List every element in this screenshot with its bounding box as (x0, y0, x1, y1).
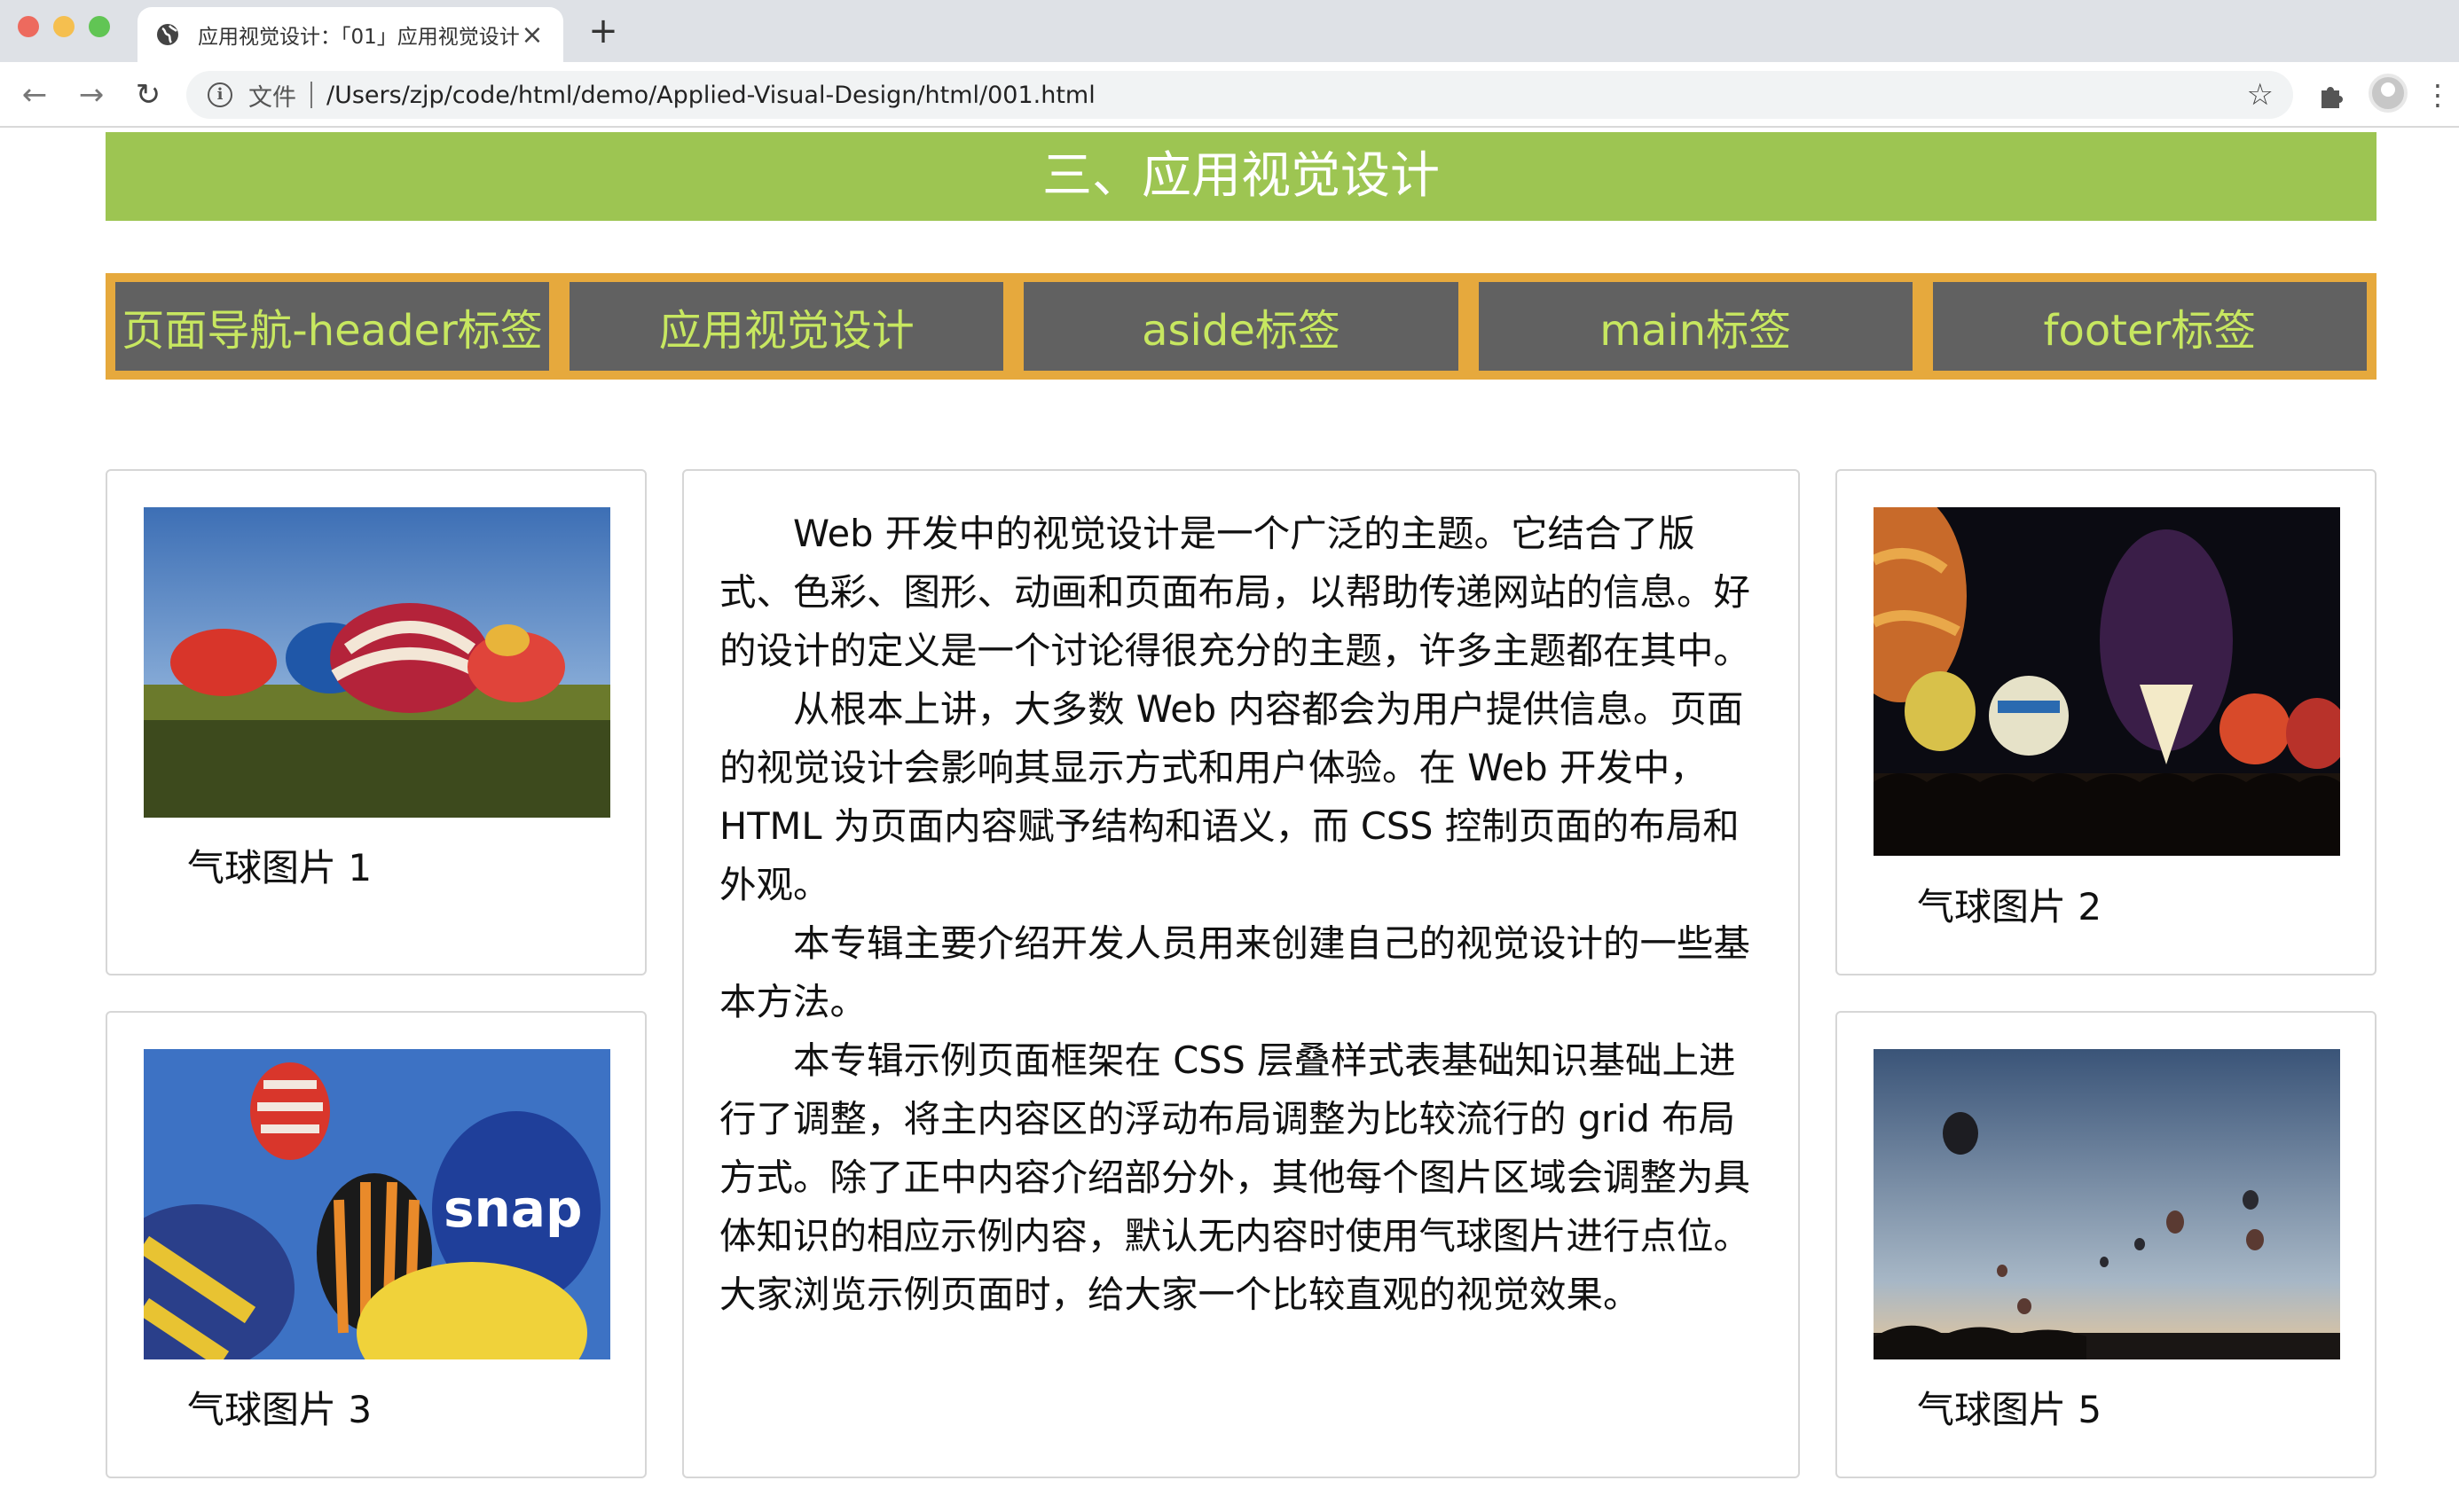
reload-icon[interactable]: ↻ (128, 74, 169, 115)
main-article: Web 开发中的视觉设计是一个广泛的主题。它结合了版式、色彩、图形、动画和页面布… (682, 469, 1800, 1478)
page-header: 三、应用视觉设计 (106, 132, 2377, 221)
extensions-puzzle-icon[interactable] (2311, 74, 2352, 115)
forward-arrow-icon[interactable]: → (71, 74, 112, 115)
browser-tab[interactable]: 应用视觉设计：「01」应用视觉设计 × (137, 7, 563, 62)
url-separator (310, 82, 312, 108)
balloon-card: 气球图片 2 (1835, 469, 2377, 975)
browser-toolbar: ← → ↻ i 文件 /Users/zjp/code/html/demo/App… (0, 62, 2459, 128)
nav-item-main[interactable]: main标签 (1478, 282, 1913, 371)
main-nav: 页面导航-header标签 应用视觉设计 aside标签 main标签 foot… (106, 273, 2377, 380)
balloon-card: 气球图片 5 (1835, 1011, 2377, 1478)
url-text[interactable]: /Users/zjp/code/html/demo/Applied-Visual… (326, 82, 1096, 109)
balloon-photo-3: snap (144, 1049, 610, 1359)
balloon-caption: 气球图片 5 (1917, 1388, 2102, 1431)
bookmark-star-icon[interactable]: ☆ (2247, 71, 2274, 119)
balloon-photo-5 (1874, 1049, 2340, 1359)
article-paragraph: 本专辑主要介绍开发人员用来创建自己的视觉设计的一些基本方法。 (719, 921, 1751, 1023)
minimize-window-icon[interactable] (53, 16, 75, 37)
balloon-card: 气球图片 1 (106, 469, 647, 975)
balloon-caption: 气球图片 1 (187, 846, 373, 889)
address-bar[interactable]: i 文件 /Users/zjp/code/html/demo/Applied-V… (186, 71, 2293, 119)
nav-item-aside[interactable]: aside标签 (1024, 282, 1458, 371)
zoom-window-icon[interactable] (89, 16, 110, 37)
globe-icon (157, 24, 178, 45)
nav-item-footer[interactable]: footer标签 (1932, 282, 2368, 371)
article-paragraph: Web 开发中的视觉设计是一个广泛的主题。它结合了版式、色彩、图形、动画和页面布… (719, 512, 1751, 672)
back-arrow-icon[interactable]: ← (14, 74, 55, 115)
article-paragraph: 本专辑示例页面框架在 CSS 层叠样式表基础知识基础上进行了调整，将主内容区的浮… (719, 1038, 1751, 1316)
site-info-label[interactable]: 文件 (248, 78, 296, 113)
nav-item-header[interactable]: 页面导航-header标签 (115, 282, 550, 371)
balloon-photo-1 (144, 507, 610, 818)
article-paragraph: 从根本上讲，大多数 Web 内容都会为用户提供信息。页面的视觉设计会影响其显示方… (719, 687, 1744, 906)
balloon-caption: 气球图片 3 (187, 1388, 373, 1431)
close-window-icon[interactable] (18, 16, 39, 37)
svg-text:snap: snap (444, 1179, 582, 1239)
nav-item-visual-design[interactable]: 应用视觉设计 (570, 282, 1004, 371)
close-tab-icon[interactable]: × (519, 20, 546, 51)
balloon-photo-2 (1874, 507, 2340, 856)
balloon-card: snap 气球图片 3 (106, 1011, 647, 1478)
menu-kebab-icon[interactable]: ⋮ (2424, 74, 2452, 115)
balloon-caption: 气球图片 2 (1917, 885, 2102, 928)
browser-tab-strip: 应用视觉设计：「01」应用视觉设计 × + (0, 0, 2459, 62)
tab-title: 应用视觉设计：「01」应用视觉设计 (198, 26, 519, 49)
new-tab-button[interactable]: + (581, 9, 625, 53)
info-icon[interactable]: i (208, 82, 232, 107)
profile-avatar[interactable] (2369, 74, 2408, 113)
